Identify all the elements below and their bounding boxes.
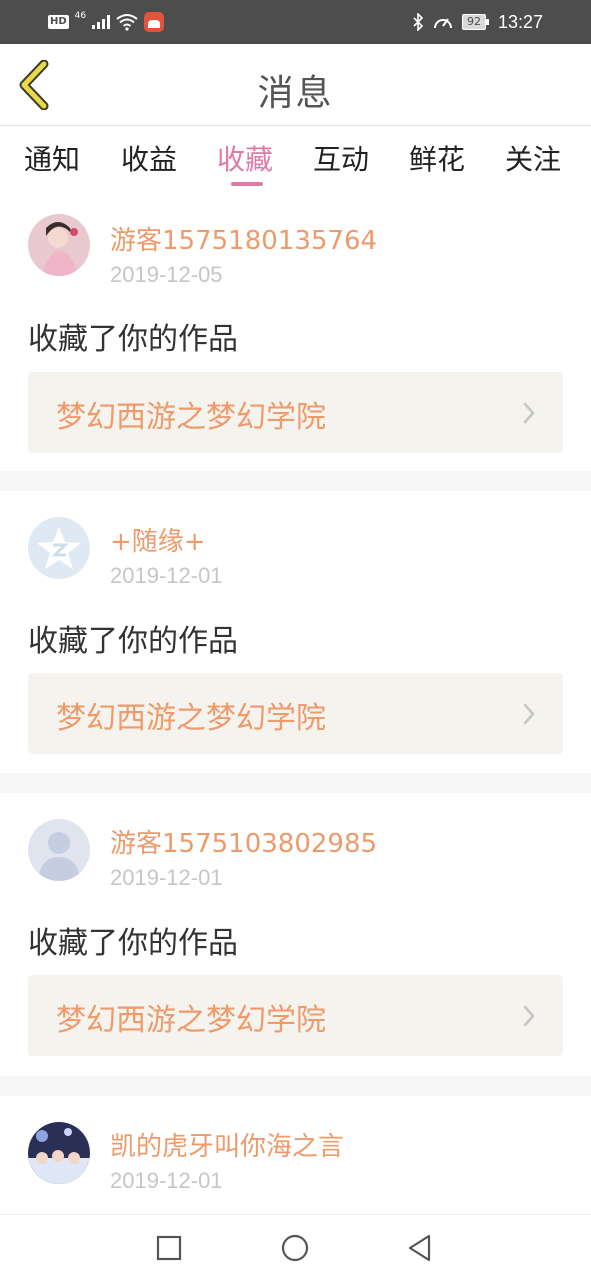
status-bar: HD 46 92 13:27	[0, 0, 591, 44]
work-title: 梦幻西游之梦幻学院	[56, 701, 326, 736]
battery-indicator: 92	[461, 14, 489, 30]
network-type: 46	[74, 11, 87, 21]
action-text: 收藏了你的作品	[28, 322, 238, 357]
chevron-right-icon	[523, 703, 535, 725]
action-text: 收藏了你的作品	[28, 624, 238, 659]
avatar[interactable]	[28, 819, 90, 881]
username[interactable]: +随缘+	[110, 521, 206, 558]
work-link[interactable]: 梦幻西游之梦幻学院	[28, 372, 563, 453]
clock: 13:27	[497, 11, 543, 32]
group-photo-avatar-icon	[28, 1122, 90, 1184]
tab-interactions[interactable]: 互动	[313, 138, 369, 178]
section-divider	[0, 1076, 591, 1096]
girl-photo-avatar-icon	[28, 214, 90, 276]
work-link[interactable]: 梦幻西游之梦幻学院	[28, 975, 563, 1056]
chevron-right-icon	[523, 1005, 535, 1027]
recent-apps-button[interactable]	[154, 1233, 184, 1263]
system-nav-bar	[0, 1214, 591, 1280]
work-title: 梦幻西游之梦幻学院	[56, 1003, 326, 1038]
tab-follows[interactable]: 关注	[505, 138, 561, 178]
wifi-icon	[116, 14, 138, 31]
back-nav-button[interactable]	[405, 1233, 435, 1263]
avatar[interactable]	[28, 1122, 90, 1184]
square-icon	[156, 1235, 182, 1261]
message-item: 游客1575180135764 2019-12-05 收藏了你的作品 梦幻西游之…	[0, 190, 591, 471]
signal-icon	[92, 15, 111, 29]
work-title: 梦幻西游之梦幻学院	[56, 400, 326, 435]
default-person-avatar-icon	[28, 819, 90, 881]
chevron-right-icon	[523, 402, 535, 424]
message-list: 游客1575180135764 2019-12-05 收藏了你的作品 梦幻西游之…	[0, 190, 591, 1214]
username[interactable]: 游客1575103802985	[110, 823, 377, 860]
message-date: 2019-12-01	[110, 865, 223, 890]
message-date: 2019-12-05	[110, 262, 223, 287]
triangle-back-icon	[408, 1234, 431, 1262]
tab-bar: 通知 收益 收藏 互动 鲜花 关注	[0, 126, 591, 190]
bluetooth-icon	[413, 13, 424, 31]
section-divider	[0, 773, 591, 793]
message-date: 2019-12-01	[110, 1168, 223, 1193]
message-date: 2019-12-01	[110, 563, 223, 588]
tab-favorites[interactable]: 收藏	[217, 138, 273, 178]
work-link[interactable]: 梦幻西游之梦幻学院	[28, 673, 563, 754]
qzone-star-avatar-icon	[28, 517, 90, 579]
status-left: HD 46	[48, 10, 165, 34]
message-item: 凯的虎牙叫你海之言 2019-12-01	[0, 1096, 591, 1214]
speedometer-icon	[433, 18, 452, 29]
tab-notifications[interactable]: 通知	[24, 138, 80, 178]
status-right: 92 13:27	[412, 10, 543, 34]
hd-badge: HD	[48, 15, 69, 29]
app-notification-icon	[144, 12, 165, 32]
tab-flowers[interactable]: 鲜花	[409, 138, 465, 178]
username[interactable]: 凯的虎牙叫你海之言	[110, 1126, 344, 1163]
title-bar: 消息	[0, 44, 591, 126]
avatar[interactable]	[28, 517, 90, 579]
active-tab-indicator	[231, 182, 263, 186]
message-item: +随缘+ 2019-12-01 收藏了你的作品 梦幻西游之梦幻学院	[0, 491, 591, 773]
home-button[interactable]	[280, 1233, 310, 1263]
tab-earnings[interactable]: 收益	[121, 138, 177, 178]
section-divider	[0, 471, 591, 491]
message-item: 游客1575103802985 2019-12-01 收藏了你的作品 梦幻西游之…	[0, 793, 591, 1076]
page-title: 消息	[257, 73, 334, 114]
username[interactable]: 游客1575180135764	[110, 220, 377, 257]
action-text: 收藏了你的作品	[28, 926, 238, 961]
circle-icon	[281, 1234, 309, 1262]
avatar[interactable]	[28, 214, 90, 276]
